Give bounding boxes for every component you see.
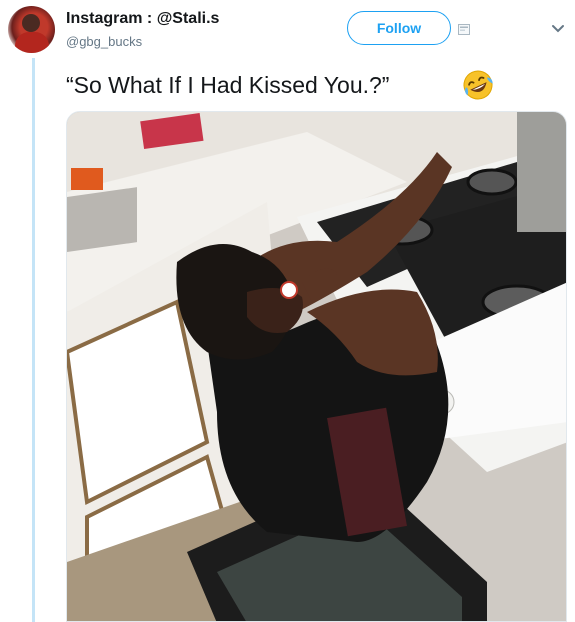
kitchen-scene bbox=[67, 112, 566, 621]
author-avatar[interactable] bbox=[8, 6, 55, 53]
tweet-text: “So What If I Had Kissed You.?” bbox=[66, 72, 390, 98]
tweet-photo[interactable] bbox=[66, 111, 567, 622]
thread-line bbox=[32, 58, 35, 622]
chevron-down-icon[interactable] bbox=[551, 24, 565, 34]
author-handle[interactable]: @gbg_bucks bbox=[66, 34, 142, 49]
rolling-on-floor-laughing-emoji bbox=[463, 70, 493, 100]
avatar-figure bbox=[15, 32, 49, 53]
author-name[interactable]: Instagram : @Stali.s bbox=[66, 10, 219, 28]
avatar-face bbox=[22, 14, 40, 32]
follow-button[interactable]: Follow bbox=[347, 11, 451, 45]
tweet-embed-icon bbox=[458, 24, 470, 35]
